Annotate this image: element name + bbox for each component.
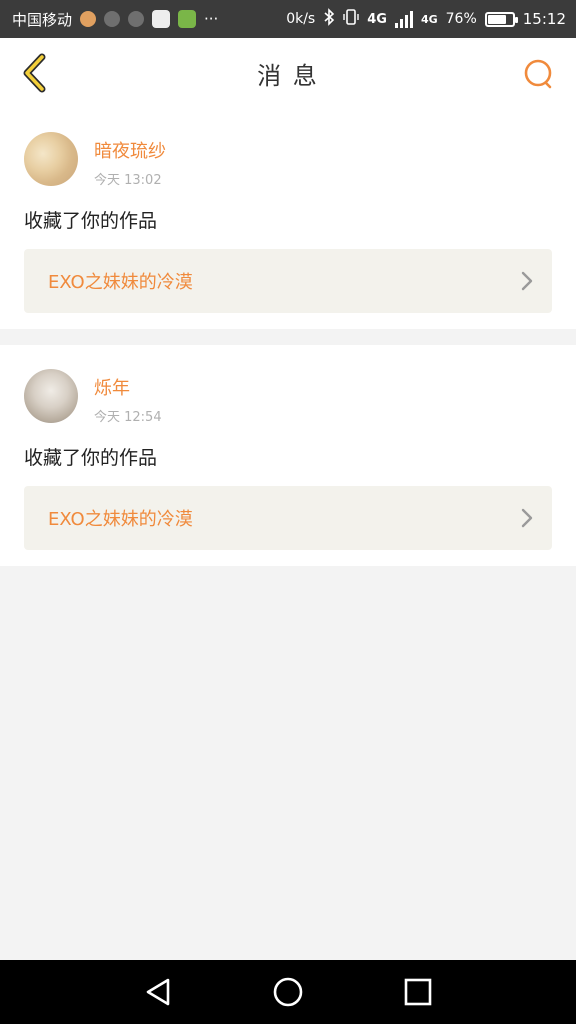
message-list: 暗夜琉纱 今天 13:02 收藏了你的作品 EXO之妹妹的冷漠 烁年 今天 12…: [0, 108, 576, 566]
chat-notification-icon-2: [128, 11, 145, 27]
work-title: EXO之妹妹的冷漠: [48, 509, 193, 530]
username-link[interactable]: 烁年: [94, 374, 162, 400]
status-bar: 中国移动 ··· 0k/s 4G 4G 76% 15:12: [0, 0, 576, 38]
more-notifications: ···: [204, 10, 219, 28]
clock: 15:12: [522, 10, 566, 28]
message-action-text: 收藏了你的作品: [24, 447, 158, 469]
message-meta: 暗夜琉纱 今天 13:02: [94, 132, 166, 188]
network-type-label: 4G: [367, 11, 387, 27]
battery-percent: 76%: [445, 11, 477, 27]
carrier-label: 中国移动: [12, 10, 73, 29]
work-title: EXO之妹妹的冷漠: [48, 272, 193, 293]
message-time: 今天 12:54: [94, 410, 162, 425]
app-notification-icon: [80, 11, 97, 27]
chevron-right-icon: [521, 271, 533, 291]
nav-home-button[interactable]: [268, 972, 308, 1012]
bluetooth-icon: [323, 8, 335, 30]
network-speed: 0k/s: [286, 11, 316, 27]
work-link[interactable]: EXO之妹妹的冷漠: [24, 249, 552, 313]
nav-recents-button[interactable]: [398, 972, 438, 1012]
app-header: 消 息: [0, 38, 576, 109]
network-type-label-2: 4G: [420, 12, 438, 26]
message-meta: 烁年 今天 12:54: [94, 369, 162, 425]
signal-strength-icon: [394, 10, 413, 28]
message-time: 今天 13:02: [94, 173, 162, 188]
search-button[interactable]: [518, 54, 558, 94]
app-icon: [178, 10, 197, 28]
vibrate-icon: [343, 8, 359, 30]
message-card: 暗夜琉纱 今天 13:02 收藏了你的作品 EXO之妹妹的冷漠: [0, 108, 576, 329]
chevron-left-icon: [23, 53, 46, 93]
square-recents-icon: [404, 978, 432, 1006]
message-card: 烁年 今天 12:54 收藏了你的作品 EXO之妹妹的冷漠: [0, 345, 576, 566]
message-header: 烁年 今天 12:54: [24, 369, 552, 425]
search-icon: [524, 59, 552, 89]
back-button[interactable]: [12, 50, 56, 96]
username-link[interactable]: 暗夜琉纱: [94, 137, 166, 163]
message-header: 暗夜琉纱 今天 13:02: [24, 132, 552, 188]
chevron-right-icon: [521, 508, 533, 528]
status-bar-right: 0k/s 4G 4G 76% 15:12: [286, 8, 566, 30]
triangle-back-icon: [146, 978, 170, 1006]
message-action-text: 收藏了你的作品: [24, 210, 158, 232]
battery-icon: [484, 11, 518, 27]
chat-notification-icon: [104, 11, 121, 27]
page-title: 消 息: [257, 61, 319, 90]
system-nav-bar: [0, 960, 576, 1024]
nav-back-button[interactable]: [138, 972, 178, 1012]
avatar[interactable]: [24, 369, 78, 423]
circle-home-icon: [273, 977, 303, 1007]
thermometer-icon: [152, 10, 171, 28]
work-link[interactable]: EXO之妹妹的冷漠: [24, 486, 552, 550]
status-bar-left: 中国移动 ···: [12, 9, 286, 30]
avatar[interactable]: [24, 132, 78, 186]
